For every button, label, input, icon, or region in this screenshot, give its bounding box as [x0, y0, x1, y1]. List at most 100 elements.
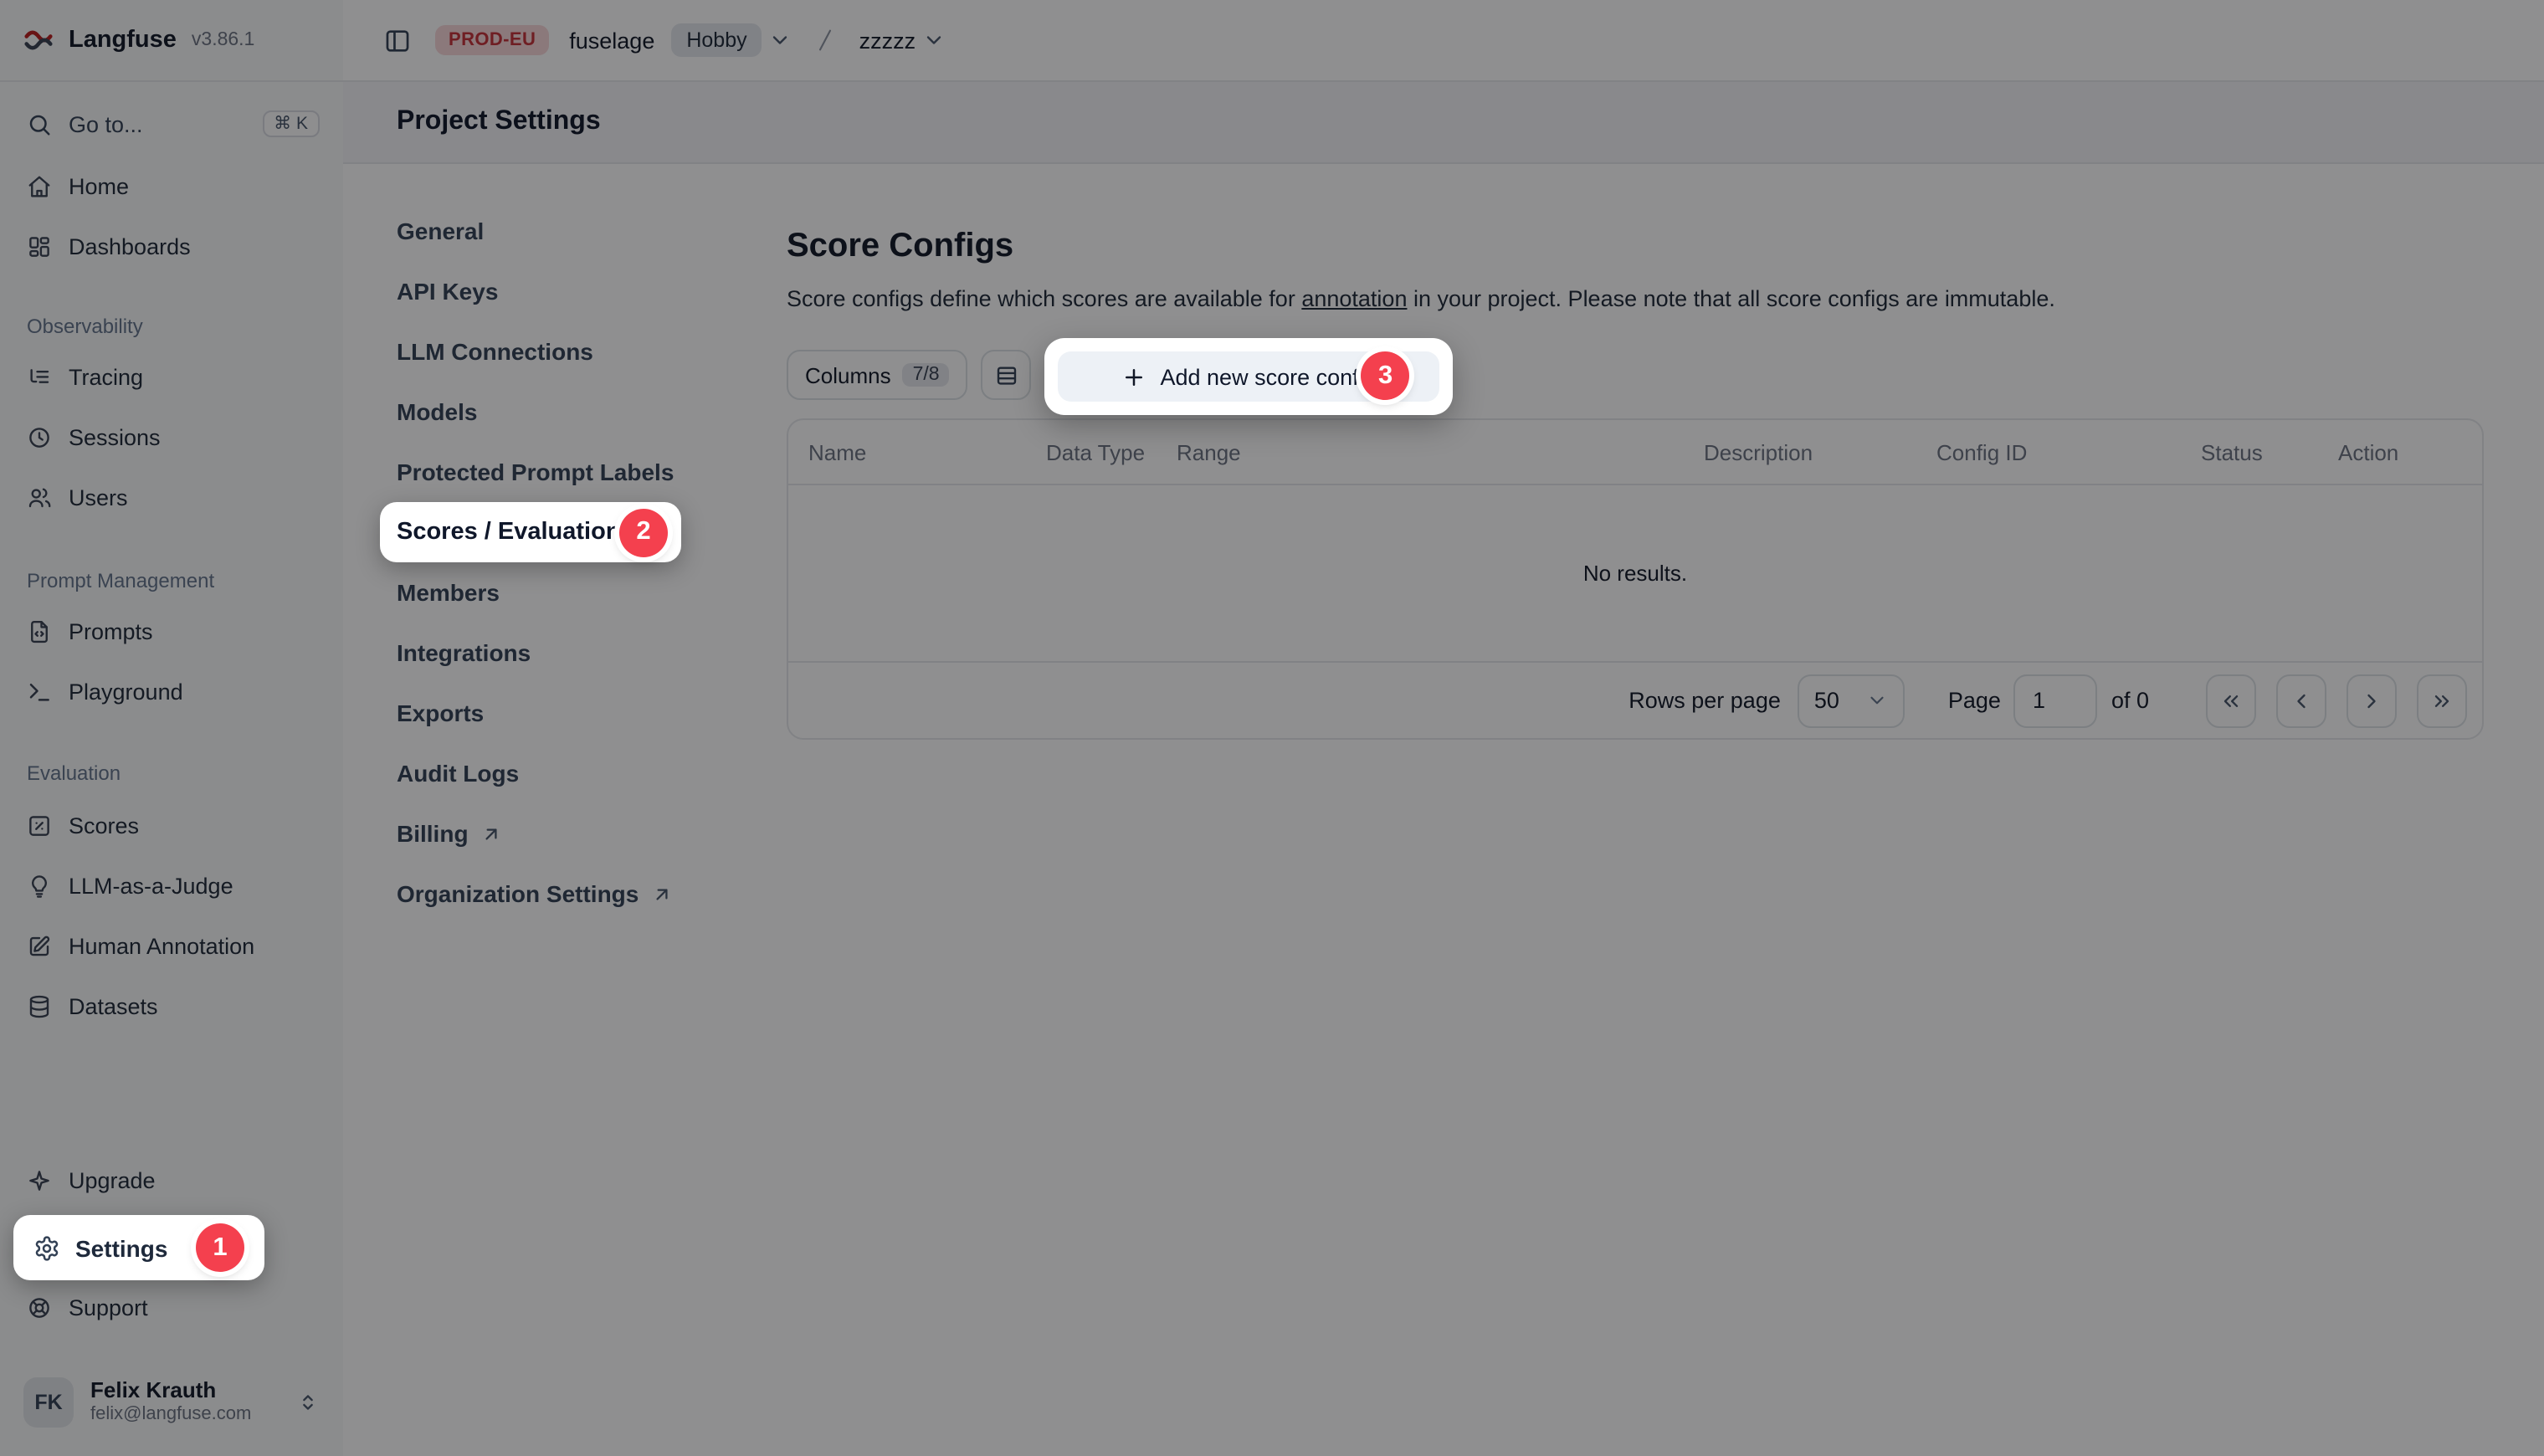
sidebar-item-datasets[interactable]: Datasets: [0, 981, 343, 1031]
column-header-name: Name: [808, 439, 1046, 464]
brand-name: Langfuse: [69, 27, 177, 54]
add-score-config-spotlight: Add new score config 3: [1045, 338, 1454, 415]
langfuse-logo-icon: [23, 25, 54, 55]
breadcrumb-slash-icon: [813, 27, 839, 54]
main-area: PROD-EU fuselage Hobby zzzzz Project Set…: [343, 0, 2544, 1456]
sidebar-item-home[interactable]: Home: [0, 161, 343, 211]
plus-icon: [1122, 364, 1147, 389]
sidebar-item-support[interactable]: Support: [0, 1282, 343, 1332]
section-description: Score configs define which scores are av…: [787, 285, 2484, 315]
page-body: General API Keys LLM Connections Models …: [343, 164, 2544, 1456]
goto-search[interactable]: Go to... ⌘ K: [0, 102, 343, 146]
settings-nav-api-keys[interactable]: API Keys: [380, 268, 681, 315]
column-header-description: Description: [1704, 439, 1936, 464]
next-page-button[interactable]: [2347, 674, 2397, 727]
columns-button[interactable]: Columns 7/8: [787, 350, 968, 400]
table-header-row: Name Data Type Range Description Config …: [788, 420, 2482, 485]
shortcut-badge: ⌘ K: [262, 110, 320, 137]
environment-badge: PROD-EU: [435, 25, 549, 55]
sidebar-item-users[interactable]: Users: [0, 472, 343, 522]
sidebar-item-sessions[interactable]: Sessions: [0, 412, 343, 462]
previous-page-button[interactable]: [2276, 674, 2326, 727]
database-icon: [27, 993, 52, 1018]
annotation-pen-icon: [27, 933, 52, 958]
file-code-icon: [27, 618, 52, 643]
project-chevron-down-icon[interactable]: [922, 28, 946, 52]
columns-count-badge: 7/8: [903, 363, 950, 387]
user-email: felix@langfuse.com: [90, 1404, 251, 1425]
tour-step-1-badge: 1: [196, 1223, 244, 1272]
section-label-prompt-management: Prompt Management: [0, 567, 343, 592]
user-menu[interactable]: FK Felix Krauth felix@langfuse.com: [0, 1372, 343, 1433]
chevrons-up-down-icon: [296, 1391, 320, 1414]
sidebar-item-playground[interactable]: Playground: [0, 666, 343, 716]
goto-label: Go to...: [69, 111, 143, 136]
breadcrumb-org[interactable]: fuselage: [569, 28, 654, 53]
score-configs-section: Score Configs Score configs define which…: [787, 164, 2484, 1456]
settings-nav-integrations[interactable]: Integrations: [380, 629, 681, 676]
gear-icon: [33, 1234, 60, 1261]
clock-icon: [27, 424, 52, 449]
last-page-button[interactable]: [2417, 674, 2467, 727]
breadcrumb-project[interactable]: zzzzz: [859, 28, 916, 53]
sidebar-item-prompts[interactable]: Prompts: [0, 606, 343, 656]
scores-icon: [27, 813, 52, 838]
column-header-status: Status: [2201, 439, 2338, 464]
app-window: Langfuse v3.86.1 Go to... ⌘ K Home Dashb…: [0, 0, 2544, 1456]
sidebar-item-dashboards[interactable]: Dashboards: [0, 221, 343, 271]
page-size-select[interactable]: 50: [1798, 674, 1905, 727]
settings-nav: General API Keys LLM Connections Models …: [380, 164, 681, 1456]
settings-nav-protected-prompt-labels[interactable]: Protected Prompt Labels: [380, 449, 681, 495]
terminal-icon: [27, 679, 52, 704]
page-header: Project Settings: [343, 82, 2544, 164]
user-name: Felix Krauth: [90, 1379, 251, 1404]
sidebar-toggle-button[interactable]: [383, 26, 412, 54]
sidebar-item-scores[interactable]: Scores: [0, 800, 343, 850]
settings-nav-members[interactable]: Members: [380, 569, 681, 616]
lightbulb-icon: [27, 873, 52, 898]
users-icon: [27, 484, 52, 510]
sidebar-item-human-annotation[interactable]: Human Annotation: [0, 920, 343, 971]
sidebar-item-llm-as-a-judge[interactable]: LLM-as-a-Judge: [0, 860, 343, 910]
settings-nav-llm-connections[interactable]: LLM Connections: [380, 328, 681, 375]
sidebar-bottom: Upgrade Settings 1 Support FK Felix Krau…: [0, 1155, 343, 1456]
brand-row: Langfuse v3.86.1: [0, 0, 343, 82]
org-chevron-down-icon[interactable]: [769, 28, 792, 52]
external-link-icon: [480, 823, 502, 844]
row-height-button[interactable]: [982, 350, 1032, 400]
search-icon: [27, 111, 52, 136]
rows-icon: [994, 362, 1019, 387]
column-header-config-id: Config ID: [1936, 439, 2201, 464]
sparkle-icon: [27, 1167, 52, 1192]
dashboards-icon: [27, 233, 52, 259]
brand-version: v3.86.1: [192, 30, 254, 50]
column-header-data-type: Data Type: [1046, 439, 1177, 464]
settings-nav-organization-settings[interactable]: Organization Settings: [380, 870, 681, 917]
settings-nav-billing[interactable]: Billing: [380, 810, 681, 857]
rows-per-page-label: Rows per page: [1628, 688, 1781, 713]
sidebar-item-tracing[interactable]: Tracing: [0, 351, 343, 402]
section-heading: Score Configs: [787, 226, 2484, 266]
table-toolbar: Columns 7/8 Add new score con: [787, 338, 2484, 415]
column-header-action: Action: [2338, 439, 2462, 464]
first-page-button[interactable]: [2206, 674, 2256, 727]
sidebar: Langfuse v3.86.1 Go to... ⌘ K Home Dashb…: [0, 0, 345, 1456]
table-empty-state: No results.: [788, 485, 2482, 663]
home-icon: [27, 173, 52, 198]
column-header-range: Range: [1177, 439, 1704, 464]
settings-nav-scores-evaluation[interactable]: Scores / Evaluation 2: [380, 502, 681, 562]
settings-nav-models[interactable]: Models: [380, 388, 681, 435]
topbar: PROD-EU fuselage Hobby zzzzz: [343, 0, 2544, 82]
table-pagination: Rows per page 50 Page of 0: [788, 663, 2482, 738]
page-title: Project Settings: [397, 107, 601, 137]
annotation-link[interactable]: annotation: [1301, 286, 1407, 311]
page-number-input[interactable]: [2014, 674, 2098, 727]
sidebar-item-settings[interactable]: Settings 1: [13, 1215, 264, 1280]
page-label: Page: [1948, 688, 2001, 713]
life-buoy-icon: [27, 1295, 52, 1320]
settings-nav-general[interactable]: General: [380, 208, 681, 254]
settings-nav-exports[interactable]: Exports: [380, 690, 681, 736]
settings-nav-audit-logs[interactable]: Audit Logs: [380, 750, 681, 797]
list-tree-icon: [27, 364, 52, 389]
sidebar-item-upgrade[interactable]: Upgrade: [0, 1155, 343, 1205]
